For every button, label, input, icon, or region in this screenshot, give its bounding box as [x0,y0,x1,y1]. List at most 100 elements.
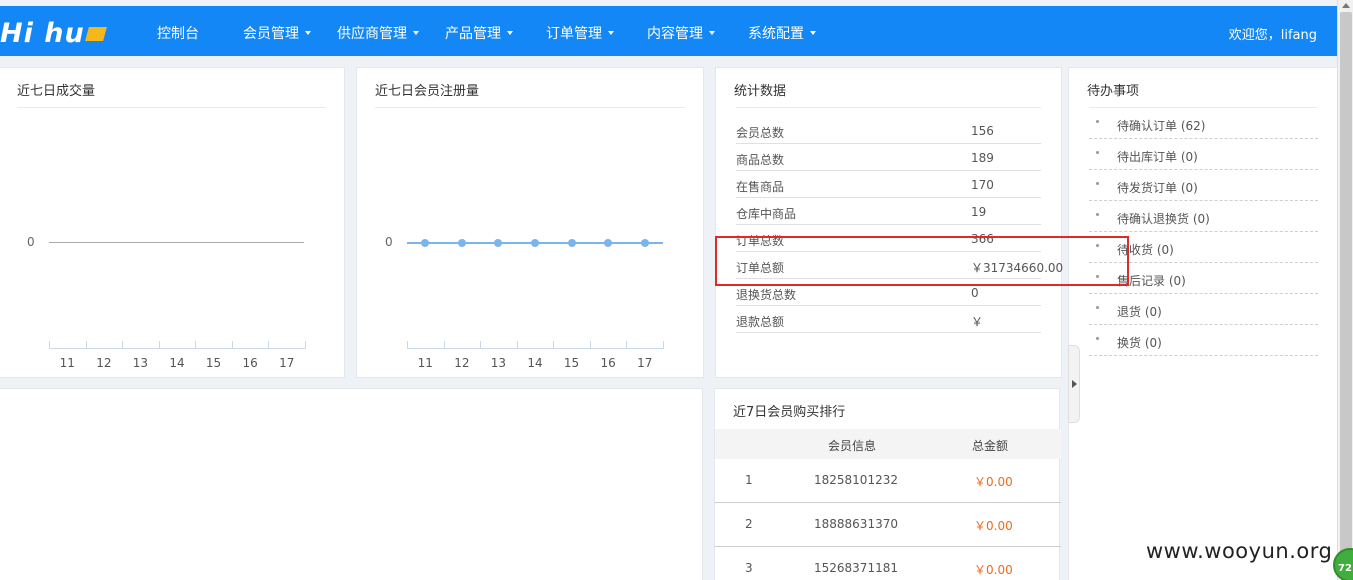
ranking-panel: 近7日会员购买排行 会员信息 总金额 1 18258101232 ￥0.00 2… [714,388,1061,580]
x-tick [443,341,445,349]
x-tick-label: 17 [637,356,653,370]
chevron-down-icon [413,31,419,35]
scrollbar-thumb[interactable] [1340,12,1352,567]
x-tick [305,341,306,349]
stat-row-product-total: 商品总数 189 [736,144,1041,171]
panel-title: 待办事项 [1087,84,1140,99]
x-axis-line [407,348,663,349]
todo-item-pending-confirm[interactable]: 待确认订单 (62) [1089,108,1318,139]
todo-item-pending-shipment[interactable]: 待发货订单 (0) [1089,170,1318,201]
nav-member-management[interactable]: 会员管理 [243,23,311,43]
x-tick [589,341,591,349]
divider [17,107,326,108]
x-tick [407,341,408,349]
data-point[interactable] [604,239,613,247]
todo-panel: 待办事项 待确认订单 (62) 待出库订单 (0) 待发货订单 (0) 待确认退… [1068,67,1337,580]
x-tick [49,341,50,349]
bottom-left-panel [0,388,703,580]
bullet-icon [1096,213,1099,216]
bullet-icon [1096,120,1099,123]
x-tick [195,341,197,349]
signup-chart-panel: 近七日会员注册量 0 11 12 13 14 15 16 17 [356,67,704,378]
nav-system-config[interactable]: 系统配置 [748,23,816,43]
x-tick [480,341,482,349]
chevron-down-icon [810,31,816,35]
todo-item-pending-exchange[interactable]: 待确认退换货 (0) [1089,201,1318,232]
x-tick-label: 11 [417,356,433,370]
data-point[interactable] [531,239,539,247]
table-row[interactable]: 1 18258101232 ￥0.00 [715,459,1061,503]
panel-title: 近七日会员注册量 [375,84,480,99]
chevron-down-icon [305,31,311,35]
collapse-toggle[interactable] [1068,345,1080,423]
data-point[interactable] [640,239,649,247]
data-point[interactable] [457,239,466,247]
scroll-up-arrow-icon[interactable] [1342,3,1350,8]
x-tick [553,341,555,349]
x-tick-label: 14 [169,356,185,370]
x-tick [516,341,518,349]
bullet-icon [1096,182,1099,185]
x-tick [663,341,664,349]
divider [375,107,685,108]
x-tick-label: 15 [563,356,580,370]
x-tick-label: 13 [132,356,149,370]
todo-item-returns[interactable]: 退货 (0) [1089,294,1318,325]
x-tick [158,341,160,349]
logo-text: Hi hu [0,18,85,49]
x-tick [122,341,124,349]
stats-panel: 统计数据 会员总数 156 商品总数 189 在售商品 170 仓库中商品 19 订单总… [715,67,1063,378]
nav-content-management[interactable]: 内容管理 [647,23,715,43]
series-line [49,242,304,243]
todo-item-exchanges[interactable]: 换货 (0) [1089,325,1318,356]
stat-row-refund-amount: 退款总额 ￥ [736,306,1041,333]
panel-title: 近七日成交量 [17,84,96,99]
x-tick [231,341,233,349]
x-tick-label: 16 [242,356,258,370]
x-tick [268,341,270,349]
sales-chart-panel: 近七日成交量 0 11 12 13 14 15 16 17 [0,67,345,378]
column-header-member: 会员信息 [828,439,877,453]
x-tick-label: 12 [96,356,112,370]
x-tick-label: 14 [527,356,543,370]
y-tick-label: 0 [385,235,393,249]
annotation-highlight-box [715,236,1129,286]
chevron-right-icon [1072,380,1077,388]
todo-item-pending-outbound[interactable]: 待出库订单 (0) [1089,139,1318,170]
x-tick [85,341,87,349]
nav-dashboard[interactable]: 控制台 [157,23,199,43]
panel-title: 近7日会员购买排行 [733,405,846,420]
nav-product-management[interactable]: 产品管理 [445,23,513,43]
x-tick [626,341,628,349]
top-navbar: Hi hu 控制台 会员管理 供应商管理 产品管理 订单管理 内容管理 系统配置… [0,6,1337,56]
page-scrollbar[interactable] [1337,0,1353,580]
nav-supplier-management[interactable]: 供应商管理 [337,23,419,43]
table-row[interactable]: 2 18888631370 ￥0.00 [715,503,1061,547]
x-tick-label: 15 [205,356,222,370]
ranking-table-header: 会员信息 总金额 [715,429,1061,459]
data-point[interactable] [494,239,503,247]
bullet-icon [1096,337,1099,340]
stat-row-in-warehouse: 仓库中商品 19 [736,198,1041,225]
data-point[interactable] [421,239,430,247]
table-row[interactable]: 3 15268371181 ￥0.00 [715,547,1061,580]
chevron-down-icon [709,31,715,35]
x-tick-label: 13 [490,356,507,370]
brand-logo[interactable]: Hi hu [0,18,107,49]
chevron-down-icon [608,31,614,35]
welcome-user[interactable]: 欢迎您，lifang [1229,24,1317,43]
chevron-down-icon [507,31,513,35]
divider [736,107,1041,108]
column-header-amount: 总金额 [972,439,1009,453]
watermark-text: www.wooyun.org [1146,539,1333,563]
stat-row-on-sale: 在售商品 170 [736,171,1041,198]
x-tick-label: 17 [279,356,295,370]
x-axis-line [49,348,305,349]
x-tick-label: 11 [59,356,75,370]
y-tick-label: 0 [27,235,35,249]
nav-order-management[interactable]: 订单管理 [546,23,614,43]
data-point[interactable] [567,239,576,247]
x-tick-label: 12 [454,356,470,370]
logo-mark-icon [84,27,107,41]
bullet-icon [1096,151,1099,154]
